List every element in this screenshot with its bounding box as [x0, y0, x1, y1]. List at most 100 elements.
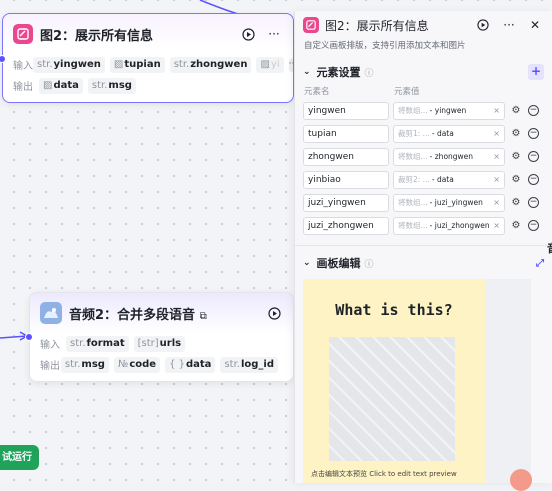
expand-icon[interactable]: ⤢ — [536, 258, 544, 269]
node-outputs-row: 输出 ▨ data str. msg — [3, 75, 293, 96]
image-icon: ▨ — [260, 59, 270, 70]
element-name-input[interactable]: yinbiao — [303, 170, 389, 189]
avatar[interactable] — [510, 469, 532, 491]
input-label: 输入 — [13, 61, 33, 72]
element-list: yingwen 将数组... - yingwen × ⚙ − tupian 裁剪1: ... -… — [295, 99, 552, 237]
input-label: 输入 — [40, 340, 60, 351]
gear-icon[interactable]: ⚙ — [509, 104, 523, 118]
input-tag: str. zhongwen — [169, 56, 252, 73]
element-row: juzi_yingwen 将数组... - juzi_yingwen × ⚙ − — [295, 191, 552, 214]
node-input-port[interactable] — [25, 333, 33, 341]
col-value: 元素值 — [394, 87, 420, 97]
canvas-section-header[interactable]: ⌄ 画板编辑 ⓘ ⤢ — [295, 250, 552, 276]
play-icon[interactable] — [239, 25, 257, 43]
gear-icon[interactable]: ⚙ — [509, 196, 523, 210]
element-value-select[interactable]: 将数组... - juzi_zhongwen × — [393, 216, 505, 235]
preview-heading: What is this? — [335, 301, 453, 319]
node-title: 音频2：合并多段语音 ⧉ — [69, 307, 207, 323]
clear-icon[interactable]: × — [493, 106, 500, 115]
input-tag: [str] urls — [133, 335, 186, 352]
input-tag: ▨ tupian — [109, 56, 165, 73]
element-value-select[interactable]: 将数组... - zhongwen × — [393, 147, 505, 166]
element-row: yinbiao 裁剪2: ... - data × ⚙ − — [295, 168, 552, 191]
remove-element-icon[interactable]: − — [528, 220, 539, 231]
gear-icon[interactable]: ⚙ — [509, 219, 523, 233]
clear-icon[interactable]: × — [493, 175, 500, 184]
panel-description: 自定义画板排版，支持引用添加文本和图片 — [304, 41, 466, 51]
play-icon[interactable] — [265, 304, 283, 322]
node-title: 图2：展示所有信息 — [40, 28, 154, 44]
element-value-select[interactable]: 将数组... - juzi_yingwen × — [393, 193, 505, 212]
output-tag: № code — [113, 356, 161, 373]
node-inputs-row: 输入 str. format [str] urls — [30, 333, 293, 354]
element-row: tupian 裁剪1: ... - data × ⚙ − — [295, 122, 552, 145]
play-icon[interactable] — [474, 16, 492, 34]
element-value-select[interactable]: 裁剪2: ... - data × — [393, 170, 505, 189]
chevron-down-icon: ⌄ — [303, 258, 311, 268]
node-merge-audio[interactable]: 音频2：合并多段语音 ⧉ 输入 str. format [str] urls 输出 … — [29, 292, 294, 382]
element-name-input[interactable]: zhongwen — [303, 147, 389, 166]
canvas-node-icon — [303, 17, 319, 33]
output-tag: { } data — [165, 356, 216, 373]
image-placeholder — [329, 337, 455, 461]
element-value-select[interactable]: 裁剪1: ... - data × — [393, 124, 505, 143]
element-name-input[interactable]: juzi_yingwen — [303, 193, 389, 212]
remove-element-icon[interactable]: − — [528, 105, 539, 116]
section-title: 元素设置 — [316, 66, 361, 79]
close-icon[interactable]: ✕ — [526, 16, 544, 34]
canvas-node-icon — [13, 24, 33, 44]
element-column-headers: 元素名 元素值 — [295, 85, 552, 99]
image-icon: ▨ — [43, 80, 53, 91]
element-row: zhongwen 将数组... - zhongwen × ⚙ − — [295, 145, 552, 168]
info-icon: ⓘ — [364, 259, 374, 270]
offscreen-node-label: 音 — [547, 240, 552, 266]
chevron-down-icon: ⌄ — [303, 67, 311, 77]
section-title: 画板编辑 — [316, 257, 361, 270]
element-name-input[interactable]: yingwen — [303, 101, 389, 120]
element-value-select[interactable]: 将数组... - yingwen × — [393, 101, 505, 120]
test-run-button[interactable]: 试运行 — [0, 445, 39, 470]
output-tag: str. msg — [87, 77, 136, 94]
output-tag: str. msg — [60, 356, 109, 373]
panel-title: 图2：展示所有信息 — [325, 18, 429, 33]
copy-icon: ⧉ — [199, 310, 207, 322]
element-row: yingwen 将数组... - yingwen × ⚙ − — [295, 99, 552, 122]
canvas-preview[interactable]: What is this? 点击编辑文本预览 Click to edit tex… — [303, 279, 485, 483]
input-tag: str. yingwen — [33, 56, 105, 73]
gear-icon[interactable]: ⚙ — [509, 127, 523, 141]
output-label: 输出 — [40, 361, 60, 372]
node-outputs-row: 输出 str. msg № code { } data str. log_id — [30, 354, 293, 375]
input-tag: ▨ yi — [256, 56, 284, 73]
clear-icon[interactable]: × — [493, 152, 500, 161]
canvas-preview-side — [485, 279, 531, 483]
output-tag: ▨ data — [39, 77, 83, 94]
remove-element-icon[interactable]: − — [528, 197, 539, 208]
col-name: 元素名 — [304, 87, 330, 97]
node-inputs-row: 输入 str. yingwen ▨ tupian str. zhongwen ▨ yi … — [3, 54, 293, 75]
output-label: 输出 — [13, 82, 33, 93]
preview-footer: 点击编辑文本预览 Click to edit text preview — [311, 470, 457, 478]
node-show-all-info[interactable]: 图2：展示所有信息 ··· 输入 str. yingwen ▨ tupian str… — [2, 13, 294, 103]
input-tag: str. format — [66, 335, 129, 352]
remove-element-icon[interactable]: − — [528, 174, 539, 185]
info-icon: ⓘ — [364, 68, 374, 79]
elements-section-header[interactable]: ⌄ 元素设置 ⓘ + — [295, 59, 552, 85]
node-settings-panel: 图2：展示所有信息 ··· ✕ 自定义画板排版，支持引用添加文本和图片 ⌄ 元素… — [294, 11, 552, 483]
gear-icon[interactable]: ⚙ — [509, 150, 523, 164]
clear-icon[interactable]: × — [493, 221, 500, 230]
more-icon[interactable]: ··· — [265, 25, 283, 43]
remove-element-icon[interactable]: − — [528, 128, 539, 139]
element-name-input[interactable]: tupian — [303, 124, 389, 143]
clear-icon[interactable]: × — [493, 129, 500, 138]
add-element-button[interactable]: + — [528, 64, 544, 80]
clear-icon[interactable]: × — [493, 198, 500, 207]
gear-icon[interactable]: ⚙ — [509, 173, 523, 187]
more-inputs-button[interactable]: ··· — [288, 57, 293, 72]
image-icon: ▨ — [113, 59, 124, 70]
remove-element-icon[interactable]: − — [528, 151, 539, 162]
element-name-input[interactable]: juzi_zhongwen — [303, 216, 389, 235]
audio-node-icon — [40, 302, 62, 324]
more-icon[interactable]: ··· — [500, 16, 518, 34]
element-row: juzi_zhongwen 将数组... - juzi_zhongwen × ⚙ − — [295, 214, 552, 237]
output-tag: str. log_id — [220, 356, 278, 373]
